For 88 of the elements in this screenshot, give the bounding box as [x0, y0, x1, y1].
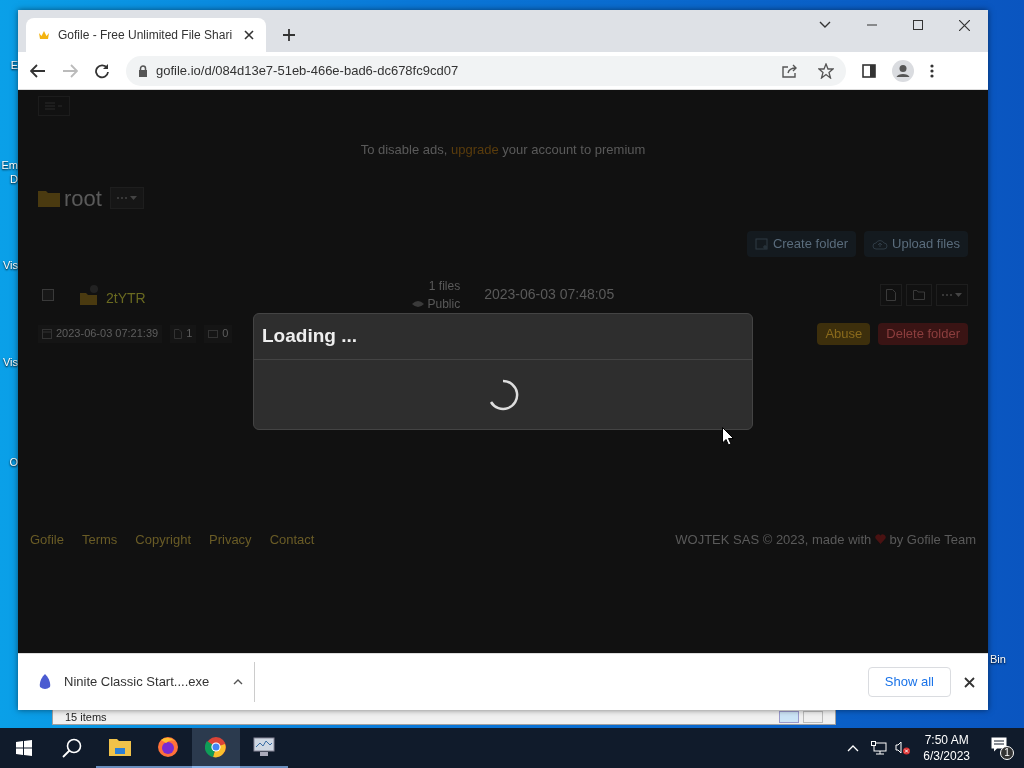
- clock-date[interactable]: 6/3/2023: [923, 748, 970, 764]
- desktop-icon-label: E: [10, 58, 18, 72]
- close-icon[interactable]: [964, 676, 975, 688]
- share-icon[interactable]: [782, 63, 798, 78]
- show-all-button[interactable]: Show all: [867, 667, 951, 697]
- folder-icon: [38, 189, 60, 207]
- folder-icon: [109, 738, 131, 756]
- folder-icon: [80, 283, 98, 306]
- taskbar-app-button[interactable]: [192, 728, 240, 768]
- close-icon[interactable]: [959, 19, 970, 31]
- chevron-up-icon[interactable]: [847, 744, 860, 752]
- file-icon: [886, 288, 896, 301]
- created-date: 2023-06-03 07:21:39: [56, 326, 159, 342]
- modified-date: 2023-06-03 07:48:05: [484, 285, 615, 304]
- visibility-text: Public: [427, 295, 461, 313]
- desktop-icon-label: O: [9, 455, 18, 469]
- files-count: 1: [186, 326, 193, 342]
- download-file-icon: [38, 674, 52, 690]
- file-count: 1 files: [428, 277, 461, 295]
- fox-globe-icon: [157, 736, 179, 758]
- more-icon: [941, 291, 963, 298]
- star-icon[interactable]: [818, 62, 834, 79]
- folder-outline-icon: [913, 289, 925, 300]
- chrome-icon: [205, 736, 227, 758]
- close-icon[interactable]: [244, 30, 254, 40]
- footer-credit: WOJTEK SAS © 2023, made with: [675, 530, 873, 549]
- address-bar[interactable]: gofile.io/d/084d13e7-51eb-466e-bad6-dc678fc9cd07: [126, 55, 846, 86]
- download-file-name: Ninite Classic Start....exe: [64, 673, 210, 692]
- windows-start-icon[interactable]: [16, 740, 32, 756]
- calendar-icon: [42, 328, 52, 339]
- caret-down-icon[interactable]: [819, 21, 831, 29]
- upload-files-button[interactable]: Upload files: [864, 230, 968, 257]
- drive-icon: [208, 329, 219, 338]
- maximize-icon[interactable]: [913, 20, 923, 30]
- footer-link[interactable]: Terms: [81, 529, 118, 549]
- crown-icon: [38, 30, 50, 40]
- desktop-icon-label: Vis: [2, 355, 18, 369]
- side-panel-icon[interactable]: [862, 63, 876, 78]
- message-icon: [991, 737, 1007, 753]
- create-folder-button[interactable]: Create folder: [746, 230, 857, 257]
- mouse-cursor-icon: [722, 427, 734, 446]
- lock-icon: [138, 64, 148, 77]
- reload-icon[interactable]: [94, 62, 110, 79]
- cloud-upload-icon: [872, 237, 889, 250]
- search-icon[interactable]: [62, 738, 82, 758]
- tab-title: Gofile - Free Unlimited File Shari: [58, 27, 234, 44]
- notification-center-button[interactable]: 1: [986, 733, 1016, 763]
- size-text: 0: [222, 326, 229, 342]
- muted-speaker-icon[interactable]: [895, 741, 912, 755]
- notification-count: 1: [1000, 746, 1014, 760]
- delete-folder-button[interactable]: Delete folder: [878, 322, 968, 345]
- desktop-icon-label: Bin: [990, 652, 1006, 666]
- footer-credit: by Gofile Team: [888, 530, 976, 549]
- folder-name: 2tYTR: [106, 289, 146, 308]
- new-tab-icon[interactable]: [282, 28, 296, 42]
- more-icon: [115, 195, 138, 201]
- caret-up-icon[interactable]: [233, 679, 244, 685]
- browser-tab[interactable]: Gofile - Free Unlimited File Shari: [26, 18, 266, 52]
- tiles-view-icon: [803, 711, 823, 723]
- footer-link[interactable]: Privacy: [209, 529, 252, 549]
- url-text: gofile.io/d/084d13e7-51eb-466e-bad6-dc678fc9cd07: [156, 61, 460, 80]
- upgrade-link[interactable]: upgrade: [450, 142, 499, 157]
- details-view-icon: [779, 711, 799, 723]
- forward-icon: [62, 63, 78, 78]
- heart-icon: [874, 534, 886, 545]
- status-text: 15 items: [65, 711, 107, 723]
- abuse-button[interactable]: Abuse: [817, 322, 871, 345]
- loading-spinner-icon: [487, 378, 519, 411]
- menu-icon[interactable]: [930, 63, 934, 78]
- footer-link[interactable]: Gofile: [30, 529, 64, 549]
- file-icon: [174, 328, 183, 339]
- back-icon[interactable]: [30, 63, 46, 78]
- clock-time[interactable]: 7:50 AM: [924, 732, 969, 748]
- banner-text: To disable ads, upgrade your account to premium: [360, 141, 646, 159]
- eye-icon: [411, 299, 424, 308]
- desktop-icon-label: Em: [1, 158, 18, 172]
- row-checkbox[interactable]: [42, 288, 54, 301]
- folder-plus-icon: [754, 237, 769, 250]
- folder-title: root: [64, 184, 102, 213]
- desktop-icon-label: D: [10, 172, 18, 186]
- desktop-icon-label: Vis: [2, 258, 18, 272]
- monitor-icon: [252, 737, 276, 757]
- profile-icon[interactable]: [892, 59, 914, 82]
- network-icon[interactable]: [871, 741, 888, 755]
- footer-link[interactable]: Copyright: [135, 529, 191, 549]
- footer-link[interactable]: Contact: [269, 529, 315, 549]
- download-item[interactable]: Ninite Classic Start....exe: [18, 662, 254, 702]
- dialog-title: Loading ...: [262, 324, 357, 349]
